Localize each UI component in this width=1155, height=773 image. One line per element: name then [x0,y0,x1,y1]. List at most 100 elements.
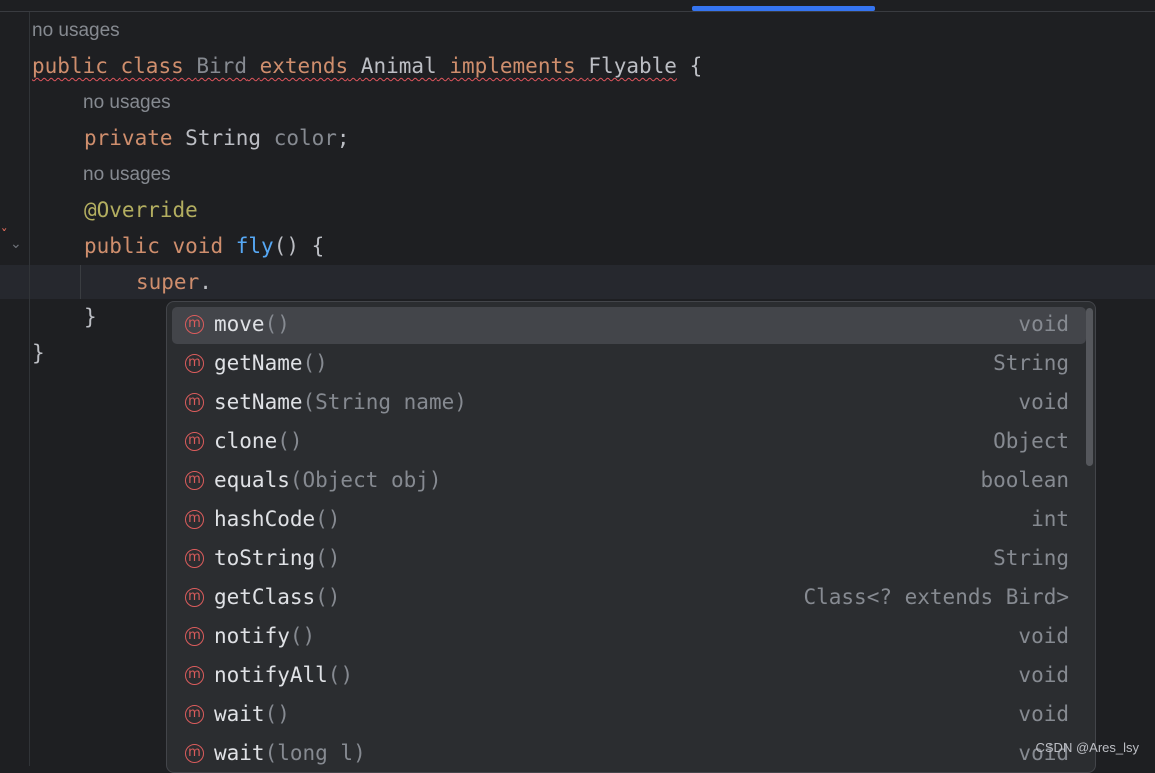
method-icon: m [185,744,204,763]
method-icon: m [185,393,204,412]
completion-item-type: void [1018,624,1069,648]
completion-item[interactable]: m wait(long l) void [172,736,1086,772]
interface-name: Flyable [588,54,677,78]
completion-item-type: void [1018,663,1069,687]
keyword-private: private [84,126,173,150]
dot: . [199,270,212,294]
method-name: notify [214,624,290,648]
method-name: getName [214,351,303,375]
method-name: setName [214,390,303,414]
field-declaration-line[interactable]: private String color; [84,126,350,150]
method-params: () [289,624,316,648]
field-name: color [273,126,337,150]
class-declaration-line[interactable]: public class Bird extends Animal impleme… [32,54,702,78]
method-name: getClass [214,585,316,609]
completion-item-name: getName() [214,351,328,375]
keyword-class: class [120,54,184,78]
completion-item[interactable]: m clone() Object [172,424,1086,461]
completion-item-name: toString() [214,546,340,570]
open-brace: { [689,54,703,78]
method-params: (long l) [264,741,366,765]
field-type: String [185,126,262,150]
method-name: wait [214,702,265,726]
class-name: Bird [196,54,247,78]
method-icon: m [185,666,204,685]
method-params: () [315,507,341,531]
active-tab-indicator [692,6,875,11]
completion-item[interactable]: m equals(Object obj) boolean [172,463,1086,500]
completion-item-name: notify() [214,624,315,648]
method-close-brace: } [84,305,97,329]
keyword-implements: implements [449,54,576,78]
completion-item-name: hashCode() [214,507,340,531]
method-name: move [214,312,265,336]
method-name: clone [214,429,278,453]
completion-item[interactable]: m hashCode() int [172,502,1086,539]
method-params: () [315,585,341,609]
completion-item[interactable]: m notifyAll() void [172,658,1086,695]
completion-item-name: equals(Object obj) [214,468,442,492]
completion-item-type: String [993,546,1069,570]
completion-item-type: Class<? extends Bird> [803,585,1069,609]
completion-item[interactable]: m getName() String [172,346,1086,383]
override-annotation[interactable]: @Override [84,198,198,222]
completion-item[interactable]: m getClass() Class<? extends Bird> [172,580,1086,617]
method-params: () [315,546,341,570]
keyword-public: public [84,234,160,258]
completion-item-name: move() [214,312,290,336]
method-params: (Object obj) [289,468,442,492]
completion-item-type: Object [993,429,1069,453]
completion-item-name: getClass() [214,585,340,609]
method-params: () [327,663,354,687]
keyword-public: public [32,54,108,78]
completion-item-type: int [1031,507,1069,531]
keyword-super: super [136,270,200,294]
completion-item-type: void [1018,390,1069,414]
method-name: toString [214,546,316,570]
method-icon: m [185,627,204,646]
code-completion-popup[interactable]: m move() void m getName() String m setName(Stri… [166,301,1096,773]
parent-class: Animal [360,54,437,78]
method-params: (String name) [302,390,467,414]
completion-item-name: clone() [214,429,303,453]
keyword-void: void [172,234,224,258]
fold-chevron-icon[interactable]: ⌄ [10,236,22,252]
override-marker-icon[interactable]: ˇ [0,229,8,243]
usage-hint[interactable]: no usages [83,92,171,114]
completion-item[interactable]: m notify() void [172,619,1086,656]
completion-item[interactable]: m setName(String name) void [172,385,1086,422]
completion-item[interactable]: m toString() String [172,541,1086,578]
completion-item-name: wait() [214,702,290,726]
gutter-divider [29,12,30,766]
popup-scrollbar[interactable] [1086,308,1093,466]
usage-hint[interactable]: no usages [32,20,120,42]
method-icon: m [185,588,204,607]
method-params: () [264,312,290,336]
method-name: fly [235,234,274,258]
method-icon: m [185,549,204,568]
method-declaration-line[interactable]: public void fly() { [84,234,324,258]
method-icon: m [185,354,204,373]
completion-item-type: String [993,351,1069,375]
method-icon: m [185,315,204,334]
method-icon: m [185,471,204,490]
completion-item[interactable]: m move() void [172,307,1086,344]
completion-item-name: wait(long l) [214,741,366,765]
method-name: hashCode [214,507,316,531]
method-params: () [277,429,303,453]
method-icon: m [185,432,204,451]
method-params: () [302,351,328,375]
current-typed-line[interactable]: super. [136,270,212,294]
method-icon: m [185,705,204,724]
watermark: CSDN @Ares_lsy [1035,740,1140,755]
completion-item-name: setName(String name) [214,390,467,414]
completion-item-type: void [1018,312,1069,336]
class-close-brace: } [32,341,45,365]
tab-bar-border [0,11,1155,12]
method-signature-rest: () { [273,234,325,258]
keyword-extends: extends [259,54,349,78]
completion-item-type: void [1018,702,1069,726]
semicolon: ; [336,126,350,150]
completion-item[interactable]: m wait() void [172,697,1086,734]
usage-hint[interactable]: no usages [83,164,171,186]
